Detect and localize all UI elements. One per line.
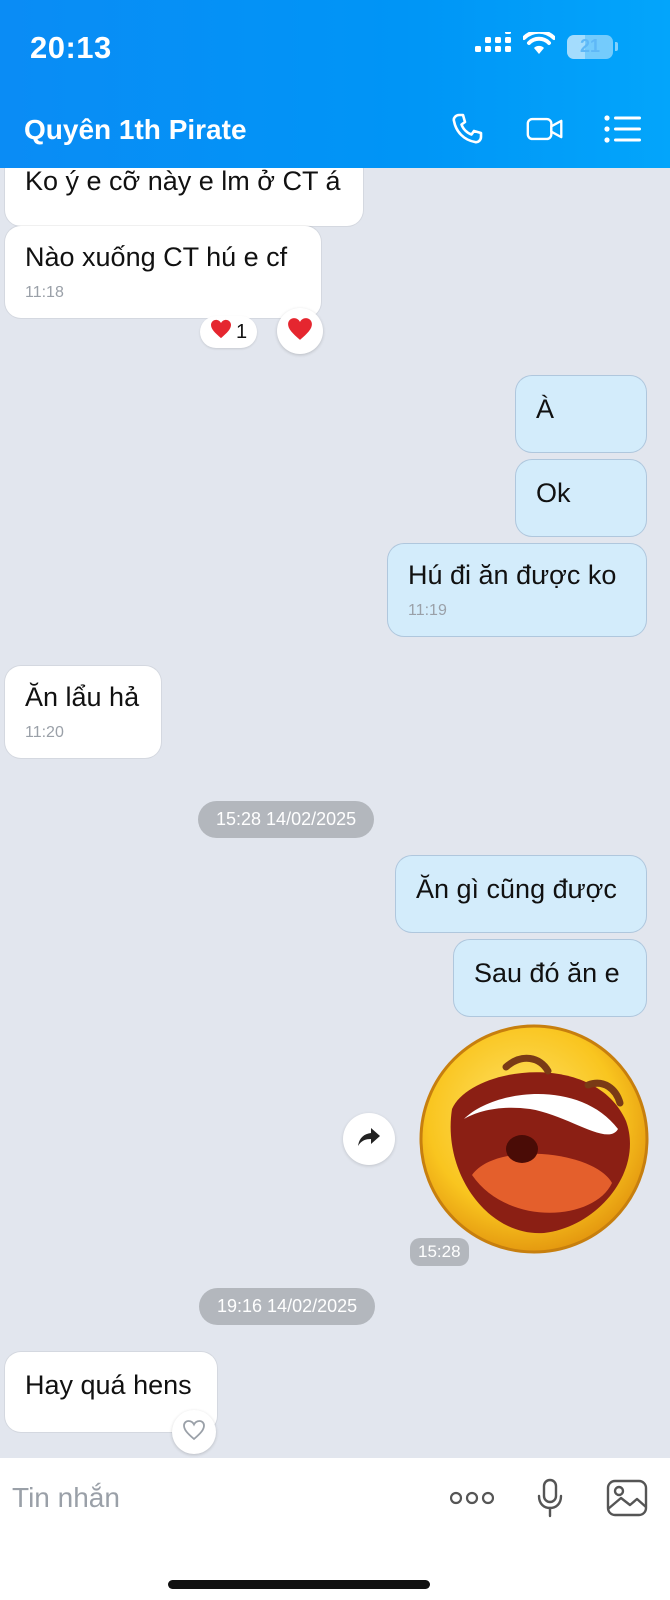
- heart-icon: [210, 319, 232, 345]
- message-bubble[interactable]: Sau đó ăn e: [454, 940, 646, 1016]
- composer-actions: [449, 1478, 648, 1523]
- message-bubble[interactable]: Ok: [516, 460, 646, 536]
- forward-icon: [357, 1127, 381, 1152]
- status-time: 20:13: [30, 30, 112, 65]
- phone-icon[interactable]: [448, 110, 486, 148]
- sticker-time: 15:28: [410, 1238, 469, 1266]
- header-actions: [448, 110, 642, 148]
- react-button[interactable]: [277, 308, 323, 354]
- laughing-emoji-sticker[interactable]: [418, 1023, 650, 1260]
- message-time: 11:19: [408, 602, 447, 619]
- message-text: Nào xuống CT hú e cf: [25, 242, 288, 272]
- message-text: Hú đi ăn được ko: [408, 560, 617, 590]
- microphone-icon[interactable]: [536, 1478, 564, 1523]
- date-separator: 19:16 14/02/2025: [199, 1288, 376, 1325]
- message-text: Hay quá hens: [25, 1370, 192, 1400]
- menu-list-icon[interactable]: [604, 110, 642, 148]
- battery-level: 21: [579, 36, 601, 56]
- video-call-icon[interactable]: [526, 110, 564, 148]
- message-bubble[interactable]: Hú đi ăn được ko 11:19: [388, 544, 646, 636]
- image-picker-icon[interactable]: [606, 1479, 648, 1522]
- heart-icon: [287, 317, 313, 346]
- home-indicator: [168, 1580, 430, 1589]
- battery-icon: 21: [567, 34, 613, 59]
- message-time: 11:18: [25, 284, 64, 301]
- message-bubble[interactable]: Ăn gì cũng được: [396, 856, 646, 932]
- message-input[interactable]: Tin nhắn: [12, 1482, 120, 1514]
- reaction-count: 1: [236, 320, 248, 343]
- message-bubble[interactable]: Ăn lẩu hả 11:20: [5, 666, 161, 758]
- contact-name[interactable]: Quyên 1th Pirate: [24, 114, 247, 146]
- message-text: Ok: [536, 478, 571, 508]
- battery-tip: [615, 42, 618, 51]
- more-options-icon[interactable]: [449, 1490, 495, 1511]
- message-bubble[interactable]: Ko ý e cỡ này e lm ở CT á: [5, 168, 363, 226]
- status-icons: 21: [475, 28, 618, 61]
- share-button[interactable]: [343, 1113, 395, 1165]
- message-bubble[interactable]: Nào xuống CT hú e cf 11:18: [5, 226, 321, 318]
- message-text: Ăn lẩu hả: [25, 682, 140, 712]
- message-text: Ko ý e cỡ này e lm ở CT á: [25, 168, 341, 196]
- message-time: 11:20: [25, 724, 64, 741]
- reaction-summary[interactable]: 1: [200, 316, 258, 348]
- react-button[interactable]: [172, 1410, 216, 1454]
- composer-bar: Tin nhắn: [0, 1458, 670, 1600]
- message-text: Sau đó ăn e: [474, 958, 620, 988]
- message-text: Ăn gì cũng được: [416, 874, 617, 904]
- wifi-icon: [522, 29, 556, 61]
- heart-outline-icon: [182, 1419, 206, 1446]
- message-bubble[interactable]: À: [516, 376, 646, 452]
- date-separator: 15:28 14/02/2025: [198, 801, 375, 838]
- message-list[interactable]: Ko ý e cỡ này e lm ở CT á Nào xuống CT h…: [0, 168, 670, 1458]
- message-text: À: [536, 394, 555, 424]
- signal-icon: [475, 28, 511, 61]
- chat-header: 20:13 21 Quyên 1th Pirate: [0, 0, 670, 168]
